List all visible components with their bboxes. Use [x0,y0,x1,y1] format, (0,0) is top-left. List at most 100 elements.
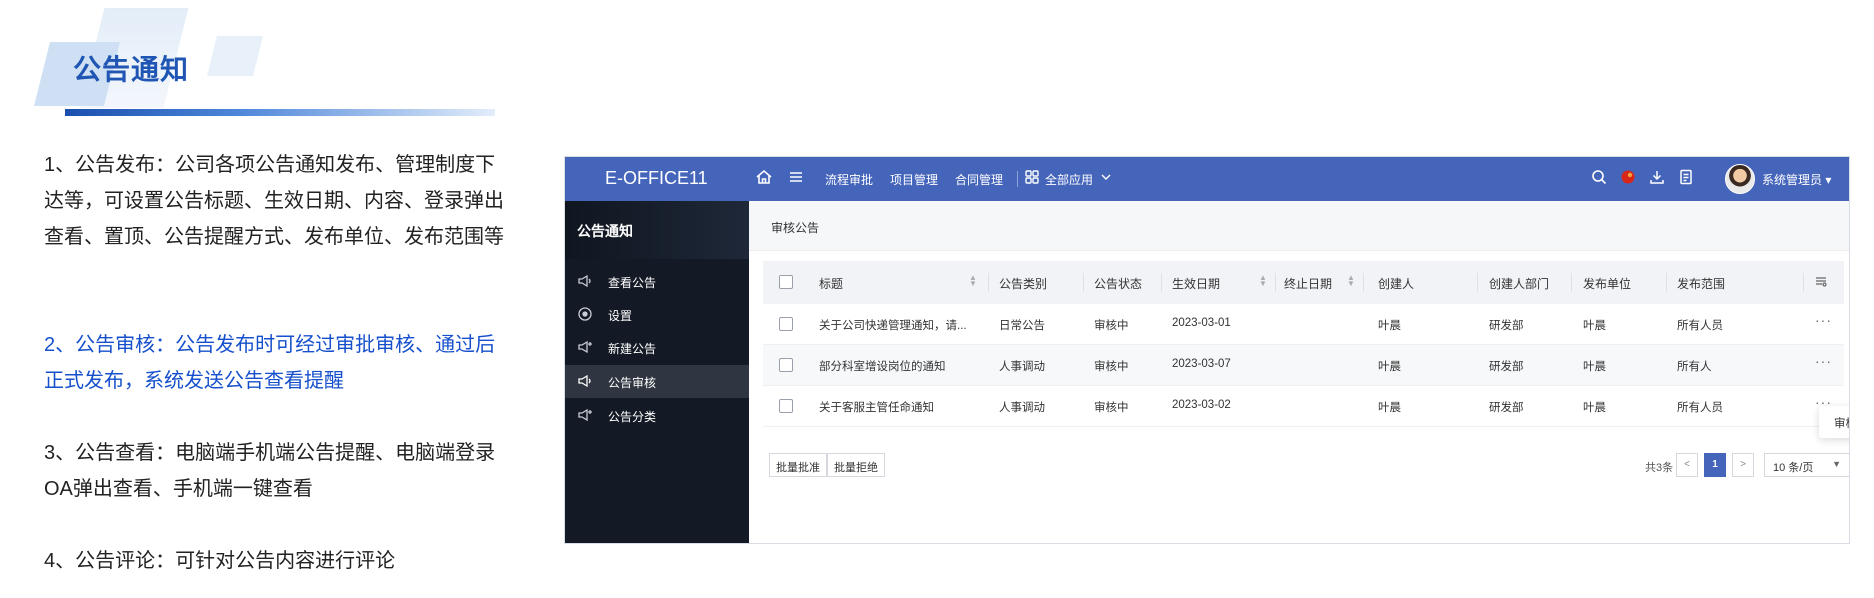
table-row[interactable]: 关于公司快递管理通知，请... 日常公告 审核中 2023-03-01 叶晨 研… [763,304,1844,345]
cell-creator: 叶晨 [1378,402,1401,414]
more-actions-icon[interactable]: ··· [1815,353,1832,369]
sort-icon[interactable]: ▲ ▼ [1347,274,1355,288]
chevron-down-icon[interactable] [1099,170,1119,190]
cell-effective-date: 2023-03-02 [1172,399,1231,411]
sort-icon[interactable]: ▲ ▼ [1259,274,1267,288]
sidebar-item-label: 新建公告 [608,342,657,356]
cell-status: 审核中 [1094,320,1129,332]
user-menu[interactable]: 系统管理员 ▾ [1762,171,1831,188]
sidebar-item-label: 公告分类 [608,410,657,424]
cell-title[interactable]: 部分科室增设岗位的通知 [819,358,979,374]
nav-divider [1017,171,1018,187]
avatar[interactable] [1725,164,1755,194]
caret-down-icon: ▼ [1832,459,1841,469]
cell-category: 日常公告 [999,320,1045,332]
cell-status: 审核中 [1094,402,1129,414]
column-divider [1477,273,1478,292]
pagination-prev[interactable]: < [1676,453,1698,477]
table-header: 标题 ▲ ▼ 公告类别 公告状态 生效日期 ▲ ▼ 终止日期 ▲ ▼ 创建人 创建人部… [763,261,1844,304]
cell-publish-scope: 所有人 [1677,361,1712,373]
notification-icon[interactable] [1619,168,1639,188]
pagination-total: 共3条 [1645,462,1674,474]
megaphone-icon [577,373,593,389]
column-divider [1363,273,1364,292]
cell-publish-unit: 叶晨 [1583,320,1606,332]
sidebar-item-new-notice[interactable]: 新建公告 [565,331,749,364]
cell-effective-date: 2023-03-07 [1172,358,1231,370]
nav-all-apps[interactable]: 全部应用 [1045,171,1093,188]
cell-publish-unit: 叶晨 [1583,361,1606,373]
megaphone-add-icon [577,339,593,355]
cell-title[interactable]: 关于客服主管任命通知 [819,399,979,415]
header-creator-dept: 创建人部门 [1489,277,1550,291]
title-underline [65,109,495,116]
column-settings-icon[interactable] [1814,274,1830,290]
batch-reject-button[interactable]: 批量拒绝 [827,453,885,477]
sidebar-item-label: 设置 [608,309,633,323]
batch-approve-button[interactable]: 批量批准 [769,453,827,477]
sidebar-item-settings[interactable]: 设置 [565,298,749,331]
cell-category: 人事调动 [999,361,1045,373]
cell-creator: 叶晨 [1378,361,1401,373]
sidebar-item-label: 查看公告 [608,276,657,290]
column-divider [1083,273,1084,292]
sort-icon[interactable]: ▲ ▼ [969,274,977,288]
app-window: E-OFFICE11 流程审批 项目管理 合同管理 全部应用 系统管理员 ▾ 公… [564,156,1850,544]
cell-title[interactable]: 关于公司快递管理通知，请... [819,317,979,333]
cell-creator-dept: 研发部 [1489,402,1524,414]
cell-creator-dept: 研发部 [1489,320,1524,332]
slide-title: 公告通知 [73,54,190,85]
main-content: 审核公告 标题 ▲ ▼ 公告类别 公告状态 生效日期 ▲ ▼ 终止日期 ▲ ▼ 创建人 [749,201,1849,543]
column-divider [988,273,989,292]
header-decoration [207,36,263,76]
header-effective-date[interactable]: 生效日期 [1172,275,1220,292]
nav-project[interactable]: 项目管理 [890,171,938,188]
sidebar-item-label: 公告审核 [608,376,657,390]
nav-approval[interactable]: 流程审批 [825,171,873,188]
header-end-date[interactable]: 终止日期 [1284,275,1332,292]
top-navbar: E-OFFICE11 流程审批 项目管理 合同管理 全部应用 系统管理员 ▾ [565,157,1849,201]
cell-publish-unit: 叶晨 [1583,402,1606,414]
breadcrumb: 审核公告 [749,201,1849,251]
menu-icon[interactable] [787,168,807,188]
feature-view-text: 3、公告查看：电脑端手机端公告提醒、电脑端登录OA弹出查看、手机端一键查看 [44,442,496,500]
breadcrumb-current: 审核公告 [771,221,820,235]
download-icon[interactable] [1648,168,1668,188]
more-actions-icon[interactable]: ··· [1815,312,1832,328]
sidebar-item-view-notice[interactable]: 查看公告 [565,265,749,298]
row-checkbox[interactable] [779,399,793,413]
brand-logo[interactable]: E-OFFICE11 [605,168,708,189]
page-size-select[interactable]: 10 条/页 ▼ [1764,453,1849,477]
home-icon[interactable] [755,168,775,188]
pagination-next[interactable]: > [1732,453,1754,477]
header-title[interactable]: 标题 [819,275,843,292]
nav-contract[interactable]: 合同管理 [955,171,1003,188]
review-action[interactable]: 审核 [1834,415,1849,431]
sidebar-item-notice-review[interactable]: 公告审核 [565,365,749,398]
document-icon[interactable] [1677,168,1697,188]
column-divider [1571,273,1572,292]
table-row[interactable]: 关于客服主管任命通知 人事调动 审核中 2023-03-02 叶晨 研发部 叶晨… [763,386,1844,427]
select-all-checkbox[interactable] [779,275,793,289]
grid-icon[interactable] [1023,168,1043,188]
row-checkbox[interactable] [779,358,793,372]
header-category: 公告类别 [999,277,1048,291]
megaphone-add-icon [577,407,593,423]
pagination-page[interactable]: 1 [1704,453,1726,477]
table-row[interactable]: 部分科室增设岗位的通知 人事调动 审核中 2023-03-07 叶晨 研发部 叶… [763,345,1844,386]
cell-effective-date: 2023-03-01 [1172,317,1231,329]
sidebar: 公告通知 查看公告 设置 新建公告 公告审核 公告分类 [565,201,749,543]
sidebar-item-notice-category[interactable]: 公告分类 [565,399,749,432]
column-divider [1275,273,1276,292]
cell-publish-scope: 所有人员 [1677,402,1723,414]
header-creator: 创建人 [1378,277,1415,291]
column-divider [1803,273,1804,292]
column-divider [1161,273,1162,292]
feature-publish-text: 1、公告发布：公司各项公告通知发布、管理制度下达等，可设置公告标题、生效日期、内… [44,154,504,248]
search-icon[interactable] [1590,168,1610,188]
column-divider [1666,273,1667,292]
sidebar-header: 公告通知 [565,201,749,259]
row-checkbox[interactable] [779,317,793,331]
cell-status: 审核中 [1094,361,1129,373]
cell-creator: 叶晨 [1378,320,1401,332]
